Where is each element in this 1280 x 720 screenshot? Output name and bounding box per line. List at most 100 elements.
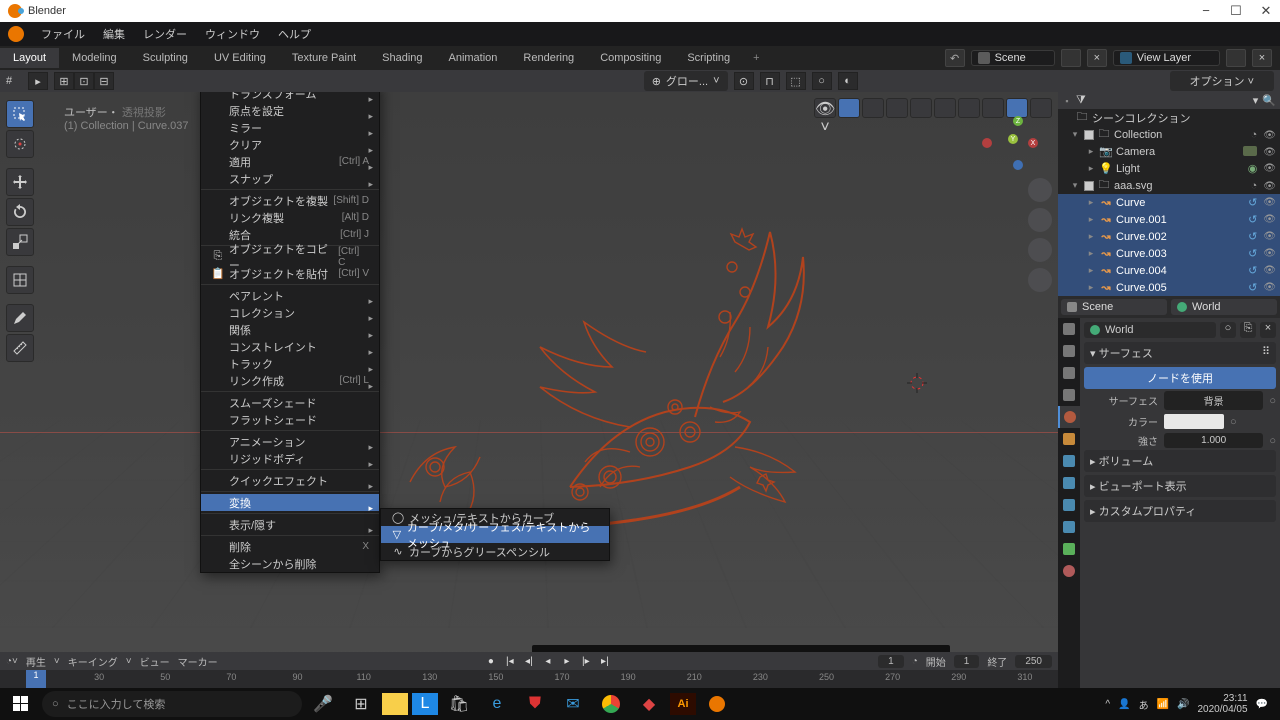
menu-item[interactable]: アニメーション [201, 433, 379, 450]
play-icon[interactable]: ▸ [559, 654, 575, 668]
menu-item[interactable]: ⎘オブジェクトをコピー[Ctrl] C [201, 248, 379, 265]
menu-item[interactable]: 削除X [201, 538, 379, 555]
menu-item[interactable]: クリア [201, 136, 379, 153]
timeline-marker-menu[interactable]: マーカー [178, 654, 218, 669]
delete-viewlayer-button[interactable]: × [1252, 49, 1272, 67]
tray-wifi-icon[interactable]: 📶 [1157, 699, 1169, 710]
play-rev-icon[interactable]: ◂ [540, 654, 556, 668]
end-frame[interactable]: 250 [1015, 655, 1052, 668]
menu-item[interactable]: クイックエフェクト [201, 472, 379, 489]
minimize-button[interactable]: − [1200, 3, 1212, 19]
select-box-tool[interactable] [6, 100, 34, 128]
menu-item[interactable]: リンク作成[Ctrl] L [201, 372, 379, 389]
menu-item[interactable]: 全シーンから削除 [201, 555, 379, 572]
timeline-view-menu[interactable]: ビュー [140, 654, 170, 669]
submenu-item[interactable]: ∿カーブからグリースペンシル [381, 543, 609, 560]
new-world-button[interactable]: ○ [1220, 322, 1236, 338]
menu-item[interactable]: ペアレント [201, 287, 379, 304]
proptab-object[interactable] [1058, 428, 1080, 450]
timeline-play-menu[interactable]: 再生 [26, 654, 46, 669]
section-surface[interactable]: ▾ サーフェス⠿ [1084, 342, 1276, 364]
menu-item[interactable]: 適用[Ctrl] A [201, 153, 379, 170]
cursor-mode-icon[interactable]: ▸ [28, 72, 48, 90]
menu-item[interactable]: リンク複製[Alt] D [201, 209, 379, 226]
annotate-tool[interactable] [6, 304, 34, 332]
unlink-world-button[interactable]: × [1260, 322, 1276, 338]
scene-tab[interactable]: Scene [1061, 299, 1167, 315]
world-tab[interactable]: World [1171, 299, 1277, 315]
edge-icon[interactable]: e [480, 690, 514, 718]
menu-render[interactable]: レンダー [134, 26, 196, 42]
visibility-icon[interactable]: 👁˅ [814, 98, 836, 118]
tab-shading[interactable]: Shading [369, 48, 435, 68]
menu-item[interactable]: 関係 [201, 321, 379, 338]
color-swatch[interactable] [1164, 414, 1224, 429]
tab-rendering[interactable]: Rendering [510, 48, 587, 68]
menu-file[interactable]: ファイル [32, 26, 94, 42]
preview-range-icon[interactable]: ◔ [912, 656, 918, 667]
tab-sculpting[interactable]: Sculpting [130, 48, 201, 68]
next-key-icon[interactable]: |▸ [578, 654, 594, 668]
section-custom[interactable]: ▸ カスタムプロパティ [1084, 500, 1276, 522]
viewlayer-selector[interactable]: View Layer [1113, 50, 1220, 66]
proptab-material[interactable] [1058, 560, 1080, 582]
jump-start-icon[interactable]: |◂ [502, 654, 518, 668]
outliner-curve[interactable]: ▸↝Curve↺ [1058, 194, 1280, 211]
surface-value[interactable]: 背景 [1164, 391, 1263, 410]
menu-item[interactable]: 📋オブジェクトを貼付[Ctrl] V [201, 265, 379, 282]
proptab-modifier[interactable] [1058, 450, 1080, 472]
timeline-keying-menu[interactable]: キーイング [68, 654, 118, 669]
orientation-dropdown[interactable]: ⊕ グロー... ˅ [644, 71, 728, 91]
explorer-icon[interactable] [382, 693, 408, 715]
new-scene-button[interactable] [1061, 49, 1081, 67]
use-nodes-button[interactable]: ノードを使用 [1084, 367, 1276, 389]
shading-matprev-icon[interactable] [982, 98, 1004, 118]
outliner-curve[interactable]: ▸↝Curve.001↺ [1058, 211, 1280, 228]
outliner[interactable]: ▪⧩▾🔍 🗀シーンコレクション ▾🗀Collection◔ ▸📷Camera ▸… [1058, 92, 1280, 296]
proptab-output[interactable] [1058, 340, 1080, 362]
shading-wire-icon[interactable] [934, 98, 956, 118]
proptab-particle[interactable] [1058, 472, 1080, 494]
snap-increment-icon[interactable]: ⊟ [94, 72, 114, 90]
proportional-icon[interactable]: ○ [812, 72, 832, 90]
proptab-data[interactable] [1058, 538, 1080, 560]
magnet-icon[interactable]: ⊓ [760, 72, 780, 90]
proptab-world[interactable] [1058, 406, 1080, 428]
proptab-viewlayer[interactable] [1058, 362, 1080, 384]
cursor-tool[interactable] [6, 130, 34, 158]
gizmo-toggle-icon[interactable] [838, 98, 860, 118]
scale-tool[interactable] [6, 228, 34, 256]
snap-grid-icon[interactable]: ⊞ [54, 72, 74, 90]
pan-icon[interactable] [1028, 208, 1052, 232]
measure-tool[interactable] [6, 334, 34, 362]
chrome-icon[interactable] [594, 690, 628, 718]
outliner-camera[interactable]: Camera [1116, 146, 1155, 158]
tab-texture[interactable]: Texture Paint [279, 48, 369, 68]
add-workspace-button[interactable]: + [743, 48, 769, 68]
checkbox-icon[interactable] [1084, 130, 1094, 140]
back-to-prev-icon[interactable]: ↶ [945, 49, 965, 67]
menu-item[interactable]: コンストレイント [201, 338, 379, 355]
outliner-filter-icon[interactable]: ⧩ [1076, 94, 1086, 107]
menu-item[interactable]: スムーズシェード [201, 394, 379, 411]
proptab-render[interactable] [1058, 318, 1080, 340]
overlay-toggle-icon[interactable] [862, 98, 884, 118]
pivot-icon[interactable]: ⊙ [734, 72, 754, 90]
axis-neg-icon[interactable] [982, 138, 992, 148]
prev-key-icon[interactable]: ◂| [521, 654, 537, 668]
timeline-corner-icon[interactable]: ◔˅ [6, 656, 18, 667]
overlay-settings-icon[interactable] [886, 98, 908, 118]
tray-up-icon[interactable]: ^ [1105, 699, 1110, 710]
menu-help[interactable]: ヘルプ [269, 26, 320, 42]
axis-x-icon[interactable]: X [1028, 138, 1038, 148]
menu-item[interactable]: コレクション [201, 304, 379, 321]
outliner-collection[interactable]: Collection [1114, 129, 1162, 141]
mail-icon[interactable]: ✉ [556, 690, 590, 718]
menu-item[interactable]: 表示/隠す [201, 516, 379, 533]
tab-compositing[interactable]: Compositing [587, 48, 674, 68]
menu-item[interactable]: トランスフォーム [201, 92, 379, 102]
copy-world-button[interactable]: ⎘ [1240, 322, 1256, 338]
app-icon-2[interactable]: ⛊ [518, 690, 552, 718]
outliner-svg[interactable]: aaa.svg [1114, 180, 1153, 192]
tray-people-icon[interactable]: 👤 [1118, 699, 1130, 710]
